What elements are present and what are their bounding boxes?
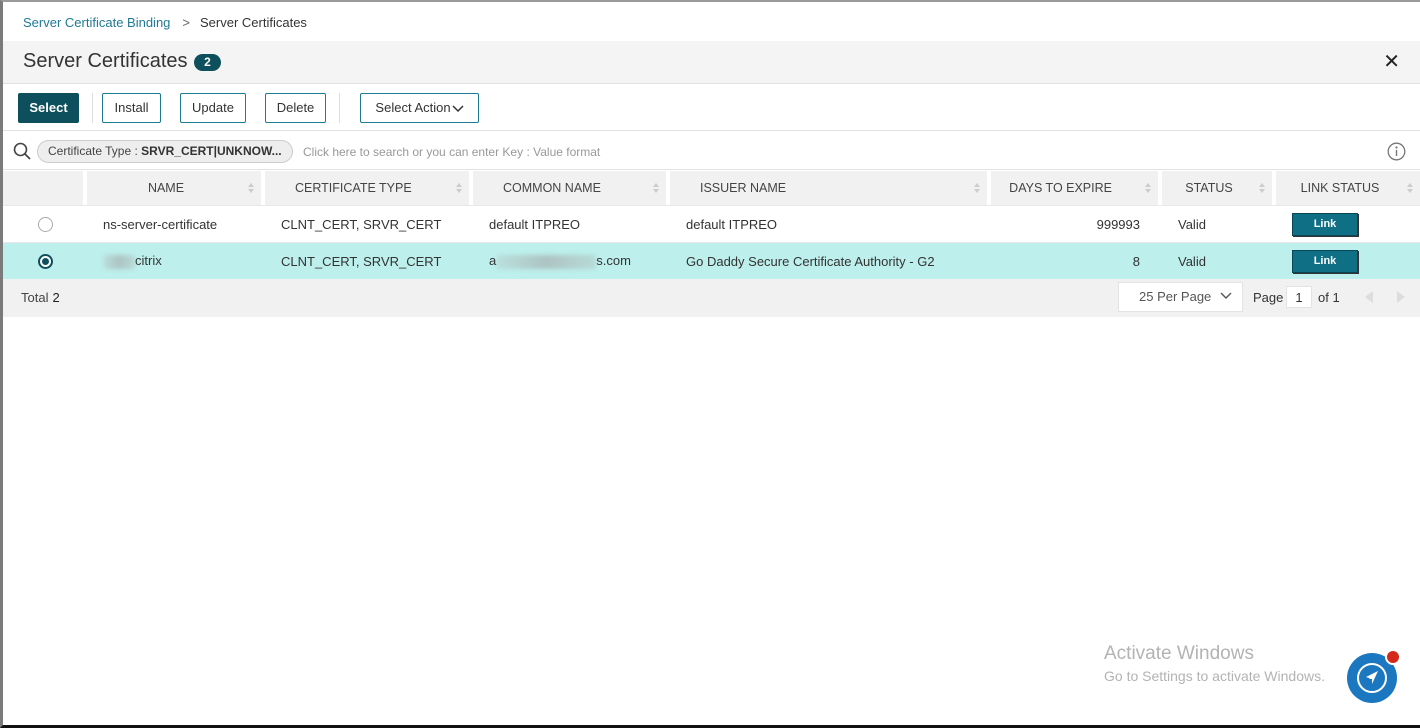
cell-certificate-type: CLNT_CERT, SRVR_CERT [265,205,473,242]
filter-chip-certificate-type[interactable]: Certificate Type : SRVR_CERT|UNKNOW... [37,140,293,163]
search-bar: Certificate Type : SRVR_CERT|UNKNOW... [3,132,1420,170]
breadcrumb: Server Certificate Binding > Server Cert… [23,12,307,32]
sort-icon[interactable] [973,182,981,194]
filter-chip-value: SRVR_CERT|UNKNOW... [141,144,282,158]
cell-days-to-expire: 999993 [991,205,1162,242]
cell-name: ns-server-certificate [87,205,265,242]
column-header-status[interactable]: STATUS [1162,171,1276,205]
sort-icon[interactable] [1258,182,1266,194]
page-count: of 1 [1318,290,1340,305]
row-radio[interactable] [37,216,53,232]
column-header-label: DAYS TO EXPIRE [1009,181,1112,195]
sort-icon[interactable] [652,182,660,194]
column-header-link-status[interactable]: LINK STATUS [1276,171,1420,205]
page-label: Page [1253,290,1284,305]
sort-icon[interactable] [247,182,255,194]
cell-issuer-name: default ITPREO [670,205,991,242]
column-header-certificate-type[interactable]: CERTIFICATE TYPE [265,171,473,205]
column-header-select [3,171,87,205]
column-header-common-name[interactable]: COMMON NAME [473,171,670,205]
search-icon[interactable] [13,142,31,160]
search-input[interactable] [303,140,1383,163]
install-button[interactable]: Install [102,93,161,123]
column-header-label: LINK STATUS [1300,181,1380,195]
info-icon[interactable] [1387,142,1406,161]
column-header-label: NAME [147,181,185,195]
toolbar-divider [92,93,93,123]
table-row[interactable]: citrix CLNT_CERT, SRVR_CERT a s.com Go Da… [3,242,1420,279]
sort-icon[interactable] [1144,182,1152,194]
cell-link-status: Link [1276,205,1420,242]
cell-days-to-expire: 8 [991,242,1162,279]
table-footer: Total2 25 Per Page Page of 1 [3,279,1420,317]
chevron-right-icon: > [182,14,190,30]
total-label: Total [21,290,49,305]
row-select-cell [3,242,87,279]
cell-name-visible: citrix [135,253,162,269]
total-count: Total 2 [21,290,60,305]
close-icon[interactable]: ✕ [1383,52,1400,72]
column-header-days-to-expire[interactable]: DAYS TO EXPIRE [991,171,1162,205]
update-button[interactable]: Update [180,93,246,123]
cell-issuer-name: Go Daddy Secure Certificate Authority - … [670,242,991,279]
column-header-issuer-name[interactable]: ISSUER NAME [670,171,991,205]
column-header-label: STATUS [1185,181,1233,195]
activate-windows-watermark: Activate Windows Go to Settings to activ… [1104,643,1325,684]
link-button[interactable]: Link [1292,212,1358,236]
table-row[interactable]: ns-server-certificate CLNT_CERT, SRVR_CE… [3,205,1420,242]
redacted-text [103,254,135,269]
guided-tour-button[interactable] [1347,649,1401,703]
table-header-row: NAME CERTIFICATE TYPE COMMON NAME ISSUER… [3,171,1420,205]
app-window: Server Certificate Binding > Server Cert… [0,0,1420,728]
row-radio[interactable] [37,253,53,269]
next-page-icon[interactable] [1397,291,1405,303]
filter-chip-key: Certificate Type : [48,144,142,158]
title-bar: Server Certificates 2 ✕ [3,41,1420,84]
page-number-input[interactable] [1286,286,1312,308]
cell-common-name: default ITPREO [473,205,670,242]
row-select-cell [3,205,87,242]
cell-link-status: Link [1276,242,1420,279]
page-title: Server Certificates [23,50,188,72]
link-button[interactable]: Link [1292,249,1358,273]
previous-page-icon[interactable] [1365,291,1373,303]
select-button[interactable]: Select [18,93,79,123]
column-header-label: ISSUER NAME [700,181,787,195]
watermark-subtitle: Go to Settings to activate Windows. [1104,668,1325,684]
toolbar-divider [339,93,340,123]
breadcrumb-link-server-certificate-binding[interactable]: Server Certificate Binding [23,15,170,30]
cell-common-name-suffix: s.com [596,253,631,269]
column-header-name[interactable]: NAME [87,171,265,205]
notification-dot [1385,649,1401,665]
certificates-table: NAME CERTIFICATE TYPE COMMON NAME ISSUER… [3,171,1420,279]
cell-status: Valid [1162,205,1276,242]
sort-icon[interactable] [1406,182,1414,194]
toolbar: Select Install Update Delete Select Acti… [3,85,1420,131]
count-badge: 2 [194,54,221,71]
cell-status: Valid [1162,242,1276,279]
total-value: 2 [52,290,60,305]
cell-common-name: a s.com [473,242,670,279]
per-page-select[interactable]: 25 Per Page [1118,282,1243,312]
breadcrumb-current: Server Certificates [200,14,307,30]
cell-name: citrix [87,242,265,279]
column-header-label: CERTIFICATE TYPE [295,181,412,195]
per-page-value: 25 Per Page [1139,289,1212,304]
chevron-down-icon [1220,292,1232,299]
sort-icon[interactable] [455,182,463,194]
column-header-label: COMMON NAME [503,181,601,195]
delete-button[interactable]: Delete [265,93,326,123]
select-action-label: Select Action [375,100,451,115]
redacted-text [496,254,597,269]
cell-common-name-prefix: a [489,253,497,269]
watermark-title: Activate Windows [1104,643,1254,664]
select-action-dropdown[interactable]: Select Action [360,93,479,123]
cell-certificate-type: CLNT_CERT, SRVR_CERT [265,242,473,279]
chevron-down-icon [452,105,464,112]
